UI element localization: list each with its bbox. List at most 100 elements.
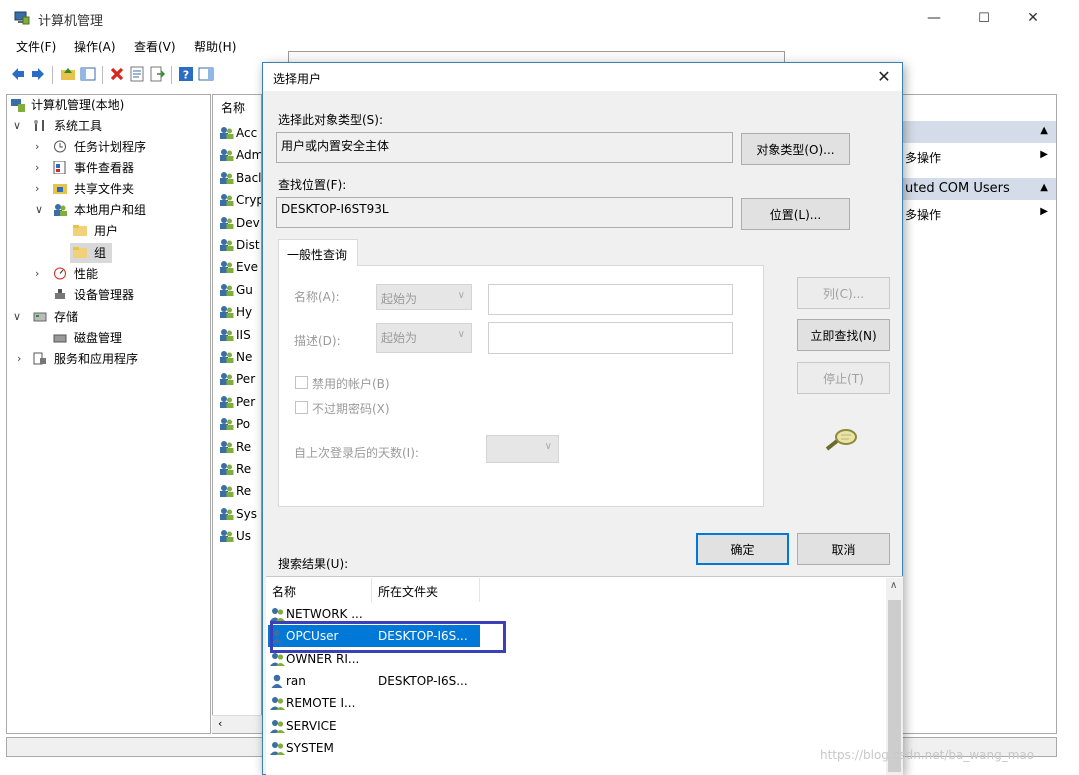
disabled-accounts-checkbox[interactable] [295, 376, 308, 389]
scrollbar-thumb[interactable] [888, 600, 901, 772]
tree-task-scheduler[interactable]: 任务计划程序 [74, 138, 146, 156]
menu-action[interactable]: 操作(A) [74, 38, 116, 55]
horizontal-scrollbar[interactable]: ‹ [212, 715, 262, 733]
close-button[interactable]: ✕ [1010, 0, 1056, 36]
list-item-label: Re [236, 462, 252, 476]
collapse-up-icon[interactable]: ▲ [1040, 182, 1048, 193]
list-item-label: Acc [236, 126, 258, 140]
menu-file[interactable]: 文件(F) [16, 38, 56, 55]
actions-pane: ▲ 多操作 ▶ uted COM Users ▲ 多操作 ▶ [902, 94, 1057, 734]
column-header-name[interactable]: 名称 [266, 578, 372, 602]
object-types-button[interactable]: 对象类型(O)... [741, 133, 850, 165]
back-arrow-icon[interactable] [10, 66, 26, 82]
tree-local-users-groups[interactable]: 本地用户和组 [74, 201, 146, 219]
column-header-folder[interactable]: 所在文件夹 [372, 578, 480, 602]
tab-common-queries[interactable]: 一般性查询 [278, 239, 358, 266]
delete-icon[interactable] [109, 66, 125, 82]
locations-button[interactable]: 位置(L)... [741, 198, 850, 230]
table-row[interactable]: ran DESKTOP-I6S... [266, 670, 886, 692]
dialog-close-button[interactable]: ✕ [871, 66, 897, 88]
show-hide-tree-icon[interactable] [80, 66, 96, 82]
list-item[interactable]: Re [219, 484, 251, 498]
toolbar-separator [171, 66, 172, 84]
cancel-button[interactable]: 取消 [797, 533, 890, 565]
minimize-button[interactable]: — [911, 0, 957, 36]
list-item[interactable]: Bacl [219, 171, 261, 185]
group-icon [220, 149, 234, 162]
chevron-right-icon[interactable]: › [17, 352, 21, 365]
list-item[interactable]: Dist [219, 238, 260, 252]
tree-shared-folders[interactable]: 共享文件夹 [74, 180, 134, 198]
stop-button[interactable]: 停止(T) [797, 362, 890, 394]
tree-performance[interactable]: 性能 [74, 265, 98, 283]
table-row[interactable]: REMOTE I... [266, 692, 886, 714]
column-header-name[interactable]: 名称 [221, 99, 245, 116]
up-folder-icon[interactable] [60, 66, 76, 82]
days-since-logon-select[interactable]: ∨ [486, 435, 559, 463]
chevron-right-icon[interactable]: › [35, 161, 39, 174]
forward-arrow-icon[interactable] [30, 66, 46, 82]
list-item[interactable]: Po [219, 417, 250, 431]
menu-view[interactable]: 查看(V) [134, 38, 176, 55]
table-row[interactable]: SYSTEM [266, 737, 886, 759]
tree-event-viewer[interactable]: 事件查看器 [74, 159, 134, 177]
scroll-left-icon[interactable]: ‹ [218, 717, 222, 730]
scroll-up-icon[interactable]: ∧ [890, 580, 897, 591]
tree-root[interactable]: 计算机管理(本地) [31, 96, 124, 114]
list-item[interactable]: Per [219, 372, 255, 386]
toolbar: ? [8, 62, 263, 88]
ok-button[interactable]: 确定 [696, 533, 789, 565]
storage-icon [33, 312, 47, 322]
tree-system-tools[interactable]: 系统工具 [54, 117, 102, 135]
list-item-label: Re [236, 439, 252, 454]
non-expiring-password-checkbox[interactable] [295, 401, 308, 414]
group-icon [220, 283, 234, 296]
chevron-down-icon[interactable]: ∨ [13, 310, 21, 323]
computer-management-icon [14, 11, 30, 25]
list-item[interactable]: Re [219, 462, 251, 476]
list-item[interactable]: Re [219, 440, 251, 454]
tree-device-manager[interactable]: 设备管理器 [74, 286, 134, 304]
description-starts-with-select[interactable]: 起始为 ∨ [376, 323, 472, 353]
list-item[interactable]: IIS [219, 328, 251, 342]
list-item[interactable]: Hy [219, 305, 252, 319]
find-now-button[interactable]: 立即查找(N) [797, 319, 890, 351]
tree-users[interactable]: 用户 [94, 222, 118, 240]
export-list-icon[interactable] [149, 66, 165, 82]
list-item-label: Ne [236, 350, 253, 364]
properties-icon[interactable] [129, 66, 145, 82]
list-item[interactable]: Per [219, 395, 255, 409]
more-actions-label: 多操作 [905, 208, 942, 222]
list-item[interactable]: Eve [219, 260, 258, 274]
action-pane-icon[interactable] [198, 66, 214, 82]
collapse-up-icon[interactable]: ▲ [1040, 125, 1048, 136]
tree-groups[interactable]: 组 [94, 244, 106, 262]
chevron-right-icon[interactable]: › [35, 182, 39, 195]
group-icon [220, 216, 234, 229]
list-item[interactable]: Acc [219, 126, 257, 140]
tree-storage[interactable]: 存储 [54, 308, 78, 326]
help-icon[interactable]: ? [178, 66, 194, 82]
list-item[interactable]: Adm [219, 148, 261, 162]
list-item[interactable]: Us [219, 529, 251, 543]
tree-disk-management[interactable]: 磁盘管理 [74, 329, 122, 347]
list-item[interactable]: Ne [219, 350, 252, 364]
chevron-down-icon[interactable]: ∨ [13, 119, 21, 132]
columns-button[interactable]: 列(C)... [797, 277, 890, 309]
menu-help[interactable]: 帮助(H) [194, 38, 236, 55]
chevron-down-icon[interactable]: ∨ [35, 203, 43, 216]
list-item[interactable]: Dev [219, 216, 260, 230]
list-item[interactable]: Sys [219, 507, 257, 521]
table-row[interactable]: SERVICE [266, 715, 886, 737]
list-item[interactable]: Gu [219, 283, 253, 297]
results-vertical-scrollbar[interactable]: ∧ [886, 578, 903, 775]
chevron-right-icon[interactable]: › [35, 267, 39, 280]
list-item[interactable]: Cryp [219, 193, 261, 207]
services-icon [33, 352, 46, 365]
name-query-input[interactable] [488, 284, 733, 315]
maximize-button[interactable]: ☐ [961, 0, 1007, 36]
tree-services-apps[interactable]: 服务和应用程序 [54, 350, 138, 368]
name-starts-with-select[interactable]: 起始为 ∨ [376, 284, 472, 310]
description-query-input[interactable] [488, 322, 733, 354]
chevron-right-icon[interactable]: › [35, 140, 39, 153]
